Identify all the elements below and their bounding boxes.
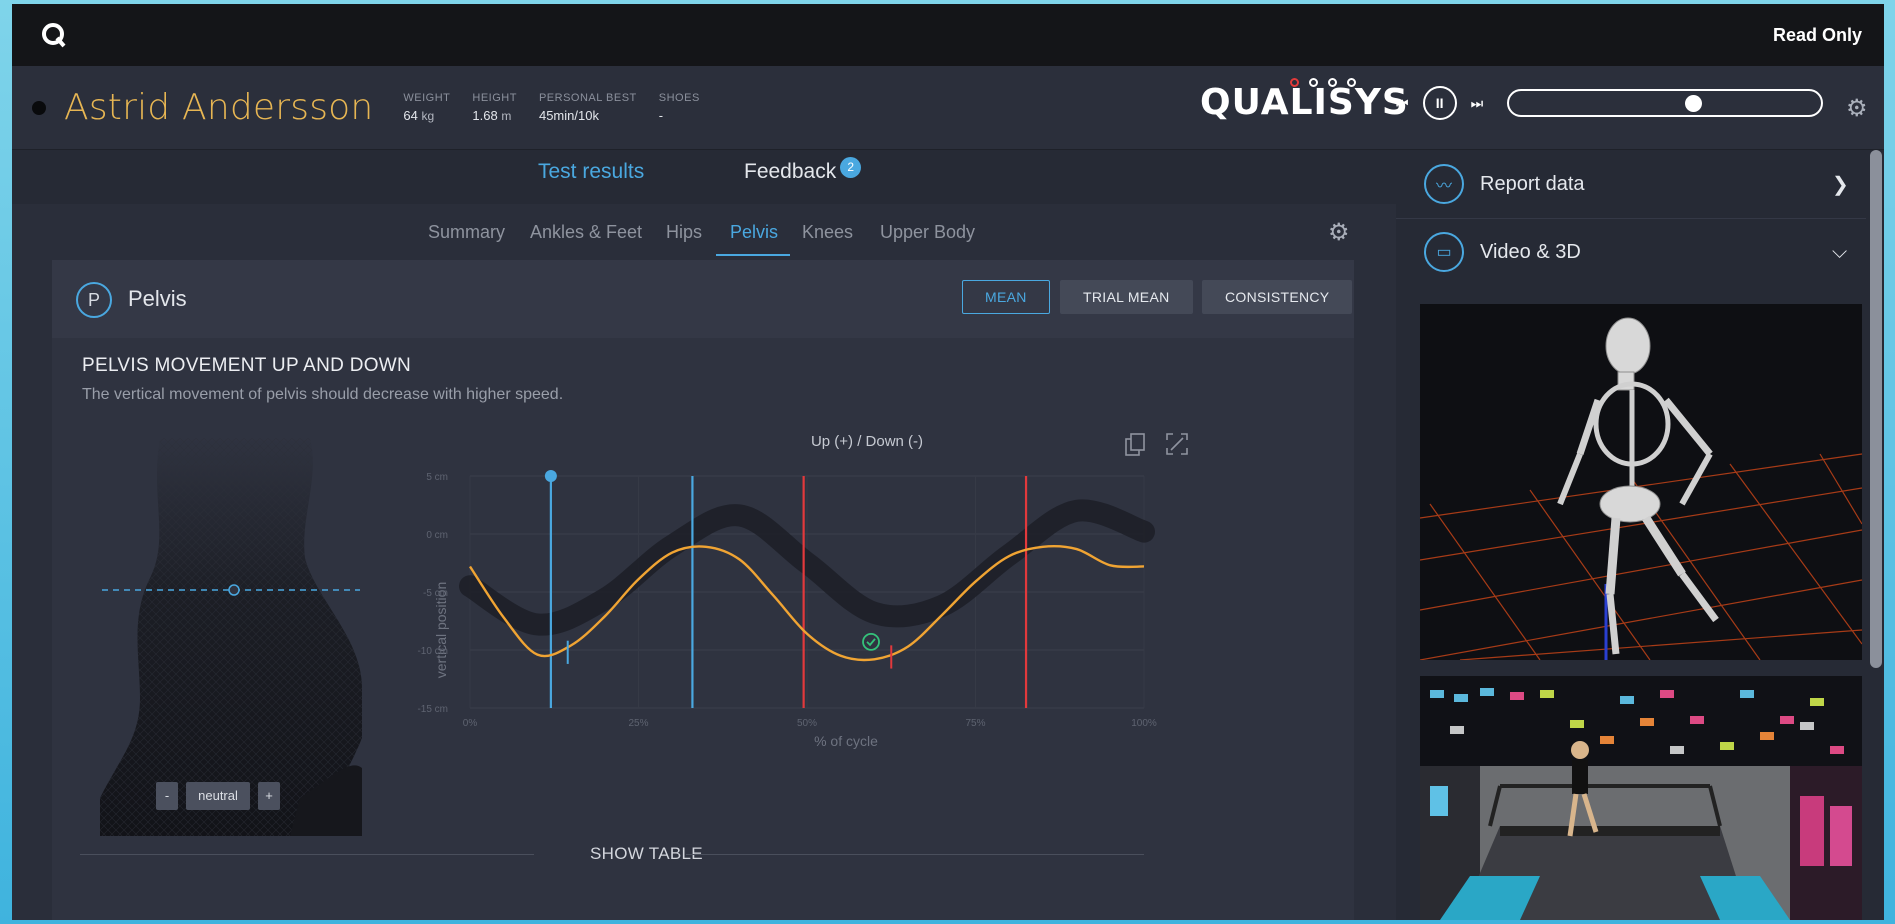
- panel-header: P Pelvis MEAN TRIAL MEAN CONSISTENCY: [52, 260, 1354, 338]
- chart-x-tick-label: 50%: [797, 718, 817, 729]
- model-minus-button[interactable]: -: [156, 782, 178, 810]
- copy-icon[interactable]: [1125, 433, 1145, 456]
- pelvis-panel: P Pelvis MEAN TRIAL MEAN CONSISTENCY PEL…: [52, 260, 1354, 920]
- model-neutral-button[interactable]: neutral: [186, 782, 250, 810]
- expand-icon[interactable]: [1166, 433, 1188, 455]
- chart-title: Up (+) / Down (-): [811, 433, 923, 450]
- chevron-right-icon: ❯: [1832, 173, 1849, 196]
- consistency-button[interactable]: CONSISTENCY: [1202, 280, 1353, 314]
- subtab-settings-gear-icon[interactable]: ⚙: [1328, 218, 1350, 247]
- chart-check-mark: [866, 638, 876, 647]
- subtab-ankles-feet[interactable]: Ankles & Feet: [530, 222, 642, 243]
- stat-unit: kg: [421, 109, 435, 123]
- model-plus-button[interactable]: +: [258, 782, 280, 810]
- stat-value: 45min/10k: [538, 108, 599, 123]
- chart-y-tick-label: -10 cm: [417, 646, 448, 657]
- stat-label: PERSONAL BEST: [538, 92, 637, 104]
- pelvis-p-icon: P: [76, 282, 112, 318]
- brand-dots-icon: [1290, 78, 1356, 87]
- pause-button[interactable]: II: [1422, 86, 1457, 120]
- chart-playhead-dot: [544, 470, 557, 482]
- stat-unit: m: [501, 109, 512, 123]
- tab-feedback[interactable]: Feedback 2: [744, 157, 862, 185]
- panel-title: Pelvis: [128, 286, 187, 311]
- stat-label: SHOES: [658, 92, 700, 104]
- chart-y-tick-label: 5 cm: [426, 472, 448, 483]
- timeline-scrubber[interactable]: [1507, 89, 1824, 117]
- subtab-upper-body[interactable]: Upper Body: [880, 222, 975, 243]
- stat-height: HEIGHT 1.68 m: [472, 92, 517, 123]
- tab-feedback-label: Feedback: [744, 160, 837, 183]
- athlete-stats: WEIGHT 64 kg HEIGHT 1.68 m PERSONAL BEST…: [403, 92, 699, 123]
- pelvis-body-model-image: [100, 438, 362, 836]
- trend-chart-icon: 〰: [1424, 164, 1464, 204]
- feedback-count-badge: 2: [840, 157, 862, 178]
- video-3d-label: Video & 3D: [1480, 240, 1581, 263]
- stat-label: WEIGHT: [403, 92, 451, 104]
- chart-x-tick-label: 100%: [1131, 718, 1157, 729]
- stat-label: HEIGHT: [472, 92, 517, 104]
- chart-y-tick-label: -5 cm: [423, 588, 448, 599]
- video-3d-row[interactable]: ▭ Video & 3D ⌵: [1396, 218, 1866, 286]
- top-bar: Read Only: [12, 4, 1884, 66]
- playback-controls: ⏮ II ⏭: [1396, 86, 1824, 120]
- pause-icon: II: [1435, 95, 1444, 111]
- sub-tabs: Summary Ankles & Feet Hips Pelvis Knees …: [12, 204, 1396, 260]
- divider-right: [686, 854, 1144, 855]
- chart-y-tick-label: -15 cm: [417, 704, 448, 715]
- app-window: Read Only Astrid Andersson WEIGHT 64 kg …: [12, 4, 1884, 920]
- pelvis-movement-chart: Up (+) / Down (-) vertical position % of…: [412, 428, 1342, 828]
- skip-back-icon[interactable]: ⏮: [1396, 95, 1409, 112]
- stat-value: 1.68: [472, 108, 498, 123]
- metric-description: The vertical movement of pelvis should d…: [82, 386, 564, 403]
- mean-button[interactable]: MEAN: [962, 280, 1050, 314]
- chevron-down-icon: ⌵: [1832, 240, 1848, 263]
- stat-value: 64: [403, 108, 418, 123]
- subtab-summary[interactable]: Summary: [428, 222, 505, 243]
- content-area: Summary Ankles & Feet Hips Pelvis Knees …: [12, 204, 1396, 920]
- metric-title: PELVIS MOVEMENT UP AND DOWN: [82, 355, 412, 376]
- chart-x-tick-label: 25%: [628, 718, 648, 729]
- treadmill-video[interactable]: [1420, 676, 1862, 920]
- main-tabs: Test results Feedback 2: [12, 150, 1396, 208]
- chart-x-tick-label: 0%: [463, 718, 478, 729]
- chart-x-axis-label: % of cycle: [814, 733, 878, 749]
- stat-shoes: SHOES -: [659, 92, 700, 123]
- active-subtab-underline: [716, 254, 790, 256]
- trial-mean-button[interactable]: TRIAL MEAN: [1060, 280, 1193, 314]
- subtab-knees[interactable]: Knees: [802, 222, 853, 243]
- stat-weight: WEIGHT 64 kg: [403, 92, 450, 123]
- skip-forward-icon[interactable]: ⏭: [1471, 95, 1484, 112]
- chart-svg: Up (+) / Down (-) vertical position % of…: [417, 433, 1188, 749]
- athlete-name: Astrid Andersson: [64, 87, 374, 128]
- read-only-label: Read Only: [1772, 24, 1862, 45]
- chart-x-tick-label: 75%: [965, 718, 985, 729]
- stat-value: -: [658, 108, 664, 123]
- qualisys-brand-logo: QUALISYS: [1200, 82, 1409, 123]
- report-data-row[interactable]: 〰 Report data ❯: [1396, 150, 1866, 218]
- qualisys-logo-icon[interactable]: [40, 21, 68, 49]
- stat-personal-best: PERSONAL BEST 45min/10k: [539, 92, 637, 123]
- tab-test-results[interactable]: Test results: [538, 160, 644, 184]
- chart-y-tick-label: 0 cm: [426, 530, 448, 541]
- settings-gear-icon[interactable]: ⚙: [1846, 94, 1868, 123]
- subtab-hips[interactable]: Hips: [666, 222, 702, 243]
- report-data-label: Report data: [1480, 172, 1585, 195]
- scrubber-knob[interactable]: [1685, 95, 1703, 112]
- divider-left: [80, 854, 534, 855]
- skeleton-3d-viewer[interactable]: [1420, 304, 1862, 660]
- status-dot-icon: [32, 100, 46, 115]
- chart-check-icon: [862, 632, 880, 651]
- subtab-pelvis[interactable]: Pelvis: [730, 222, 778, 243]
- video-camera-icon: ▭: [1424, 232, 1464, 272]
- right-sidebar: 〰 Report data ❯ ▭ Video & 3D ⌵: [1396, 150, 1884, 920]
- athlete-header: Astrid Andersson WEIGHT 64 kg HEIGHT 1.6…: [12, 66, 1884, 150]
- sidebar-scrollbar[interactable]: [1870, 150, 1882, 668]
